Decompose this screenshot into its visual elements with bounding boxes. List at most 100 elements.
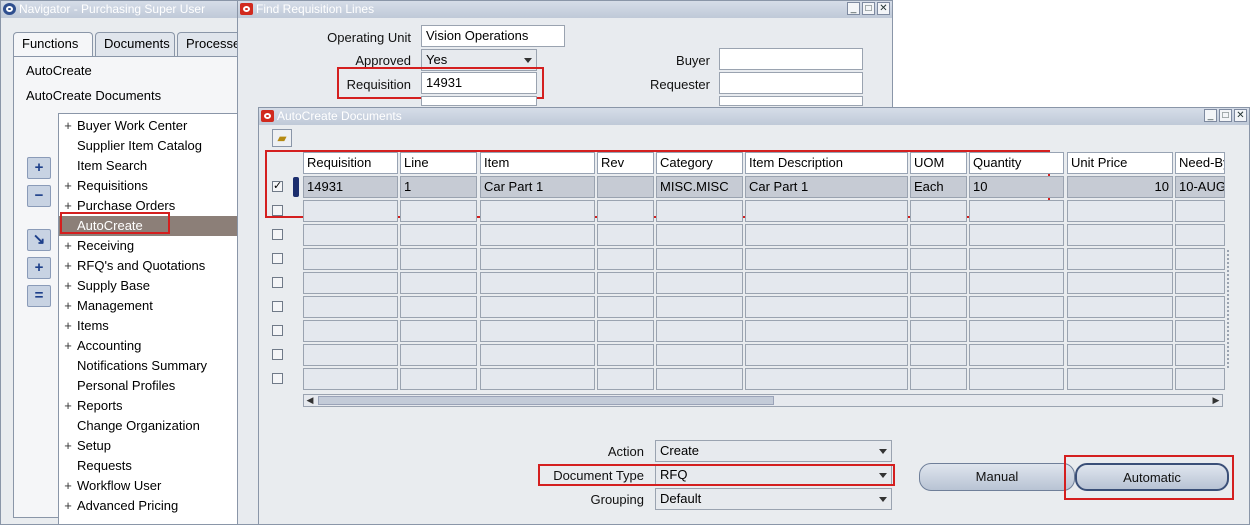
- tree-item[interactable]: + Workflow User: [59, 476, 239, 496]
- column-header[interactable]: Unit Price: [1067, 152, 1173, 174]
- column-header[interactable]: Item Description: [745, 152, 908, 174]
- hidden-field[interactable]: [719, 96, 863, 106]
- po-number-field[interactable]: [421, 96, 537, 106]
- grid-cell-requisition[interactable]: [303, 320, 398, 342]
- grid-cell-unit-price[interactable]: [1067, 368, 1173, 390]
- grid-cell-need-by[interactable]: [1175, 368, 1225, 390]
- close-icon[interactable]: ✕: [877, 2, 890, 15]
- open-folder-button[interactable]: ▰: [272, 129, 292, 147]
- tree-item[interactable]: Item Search: [59, 156, 239, 176]
- grid-cell-category[interactable]: [656, 224, 743, 246]
- top-item-autocreate[interactable]: AutoCreate: [26, 63, 92, 78]
- collapse-all-button[interactable]: =: [27, 285, 51, 307]
- grid-cell-category[interactable]: [656, 344, 743, 366]
- expand-node-icon[interactable]: +: [62, 476, 74, 496]
- column-header[interactable]: UOM: [910, 152, 967, 174]
- column-header[interactable]: Requisition: [303, 152, 398, 174]
- grid-cell-item[interactable]: [480, 368, 595, 390]
- column-header[interactable]: Item: [480, 152, 595, 174]
- grid-cell-unit-price[interactable]: [1067, 200, 1173, 222]
- row-select-checkbox[interactable]: [272, 277, 283, 288]
- tree-item[interactable]: + Requisitions: [59, 176, 239, 196]
- grid-cell-description[interactable]: [745, 368, 908, 390]
- expand-node-icon[interactable]: +: [62, 396, 74, 416]
- grid-cell-line[interactable]: [400, 296, 477, 318]
- automatic-button[interactable]: Automatic: [1075, 463, 1229, 491]
- expand-node-icon[interactable]: +: [62, 296, 74, 316]
- expand-button[interactable]: +: [27, 157, 51, 179]
- grid-cell-description[interactable]: [745, 224, 908, 246]
- grid-cell-unit-price[interactable]: [1067, 248, 1173, 270]
- grid-cell-quantity[interactable]: [969, 368, 1064, 390]
- grid-cell-need-by[interactable]: 10-AUG: [1175, 176, 1225, 198]
- maximize-icon[interactable]: □: [1219, 109, 1232, 122]
- row-select-checkbox[interactable]: [272, 229, 283, 240]
- grid-cell-requisition[interactable]: [303, 296, 398, 318]
- grid-cell-uom[interactable]: [910, 344, 967, 366]
- grid-cell-requisition[interactable]: [303, 200, 398, 222]
- grid-cell-description[interactable]: [745, 344, 908, 366]
- grid-cell-unit-price[interactable]: [1067, 296, 1173, 318]
- tab-documents[interactable]: Documents: [95, 32, 175, 56]
- tree-item[interactable]: + Accounting: [59, 336, 239, 356]
- row-select-checkbox[interactable]: [272, 325, 283, 336]
- tree-item[interactable]: + Supply Base: [59, 276, 239, 296]
- row-select-checkbox[interactable]: [272, 179, 283, 192]
- grid-cell-item[interactable]: [480, 248, 595, 270]
- grid-cell-description[interactable]: [745, 272, 908, 294]
- grid-cell-line[interactable]: [400, 344, 477, 366]
- scroll-left-icon[interactable]: ◀: [304, 395, 316, 406]
- grid-cell-line[interactable]: [400, 368, 477, 390]
- requisition-field[interactable]: 14931: [421, 72, 537, 94]
- row-select-checkbox[interactable]: [272, 253, 283, 264]
- expand-node-icon[interactable]: +: [62, 196, 74, 216]
- grid-cell-description[interactable]: [745, 200, 908, 222]
- grid-cell-requisition[interactable]: [303, 272, 398, 294]
- grid-cell-quantity[interactable]: [969, 296, 1064, 318]
- grid-cell-uom[interactable]: [910, 272, 967, 294]
- grid-cell-item[interactable]: [480, 224, 595, 246]
- tree-item[interactable]: + Items: [59, 316, 239, 336]
- document-type-select[interactable]: RFQ: [655, 464, 892, 486]
- grid-cell-category[interactable]: [656, 272, 743, 294]
- grid-cell-need-by[interactable]: [1175, 296, 1225, 318]
- grid-cell-category[interactable]: [656, 320, 743, 342]
- requester-field[interactable]: [719, 72, 863, 94]
- grid-cell-item[interactable]: [480, 200, 595, 222]
- grid-cell-unit-price[interactable]: [1067, 224, 1173, 246]
- grid-cell-line[interactable]: [400, 224, 477, 246]
- grid-cell-line[interactable]: [400, 320, 477, 342]
- tree-item[interactable]: + Buyer Work Center: [59, 116, 239, 136]
- operating-unit-field[interactable]: Vision Operations: [421, 25, 565, 47]
- expand-node-icon[interactable]: +: [62, 436, 74, 456]
- grid-cell-requisition[interactable]: [303, 224, 398, 246]
- grid-cell-rev[interactable]: [597, 224, 654, 246]
- manual-button[interactable]: Manual: [919, 463, 1075, 491]
- grid-cell-rev[interactable]: [597, 320, 654, 342]
- grid-cell-unit-price[interactable]: [1067, 320, 1173, 342]
- tree-item[interactable]: + Purchase Orders: [59, 196, 239, 216]
- grid-cell-need-by[interactable]: [1175, 320, 1225, 342]
- tree-item[interactable]: Personal Profiles: [59, 376, 239, 396]
- expand-all-button[interactable]: +: [27, 257, 51, 279]
- grid-cell-uom[interactable]: [910, 200, 967, 222]
- grid-cell-uom[interactable]: Each: [910, 176, 967, 198]
- grid-cell-need-by[interactable]: [1175, 224, 1225, 246]
- autocreate-titlebar[interactable]: AutoCreate Documents _ □ ✕: [259, 108, 1249, 125]
- grid-cell-line[interactable]: [400, 248, 477, 270]
- grid-cell-uom[interactable]: [910, 248, 967, 270]
- grid-cell-item[interactable]: [480, 272, 595, 294]
- column-header[interactable]: Need-By: [1175, 152, 1225, 174]
- expand-node-icon[interactable]: +: [62, 176, 74, 196]
- minimize-icon[interactable]: _: [847, 2, 860, 15]
- column-header[interactable]: Quantity: [969, 152, 1064, 174]
- collapse-button[interactable]: −: [27, 185, 51, 207]
- grid-cell-quantity[interactable]: [969, 224, 1064, 246]
- grid-cell-line[interactable]: [400, 272, 477, 294]
- grid-cell-uom[interactable]: [910, 368, 967, 390]
- row-select-checkbox[interactable]: [272, 349, 283, 360]
- column-header[interactable]: Line: [400, 152, 477, 174]
- grid-cell-line[interactable]: 1: [400, 176, 477, 198]
- expand-branch-button[interactable]: ↘: [27, 229, 51, 251]
- grid-cell-need-by[interactable]: [1175, 272, 1225, 294]
